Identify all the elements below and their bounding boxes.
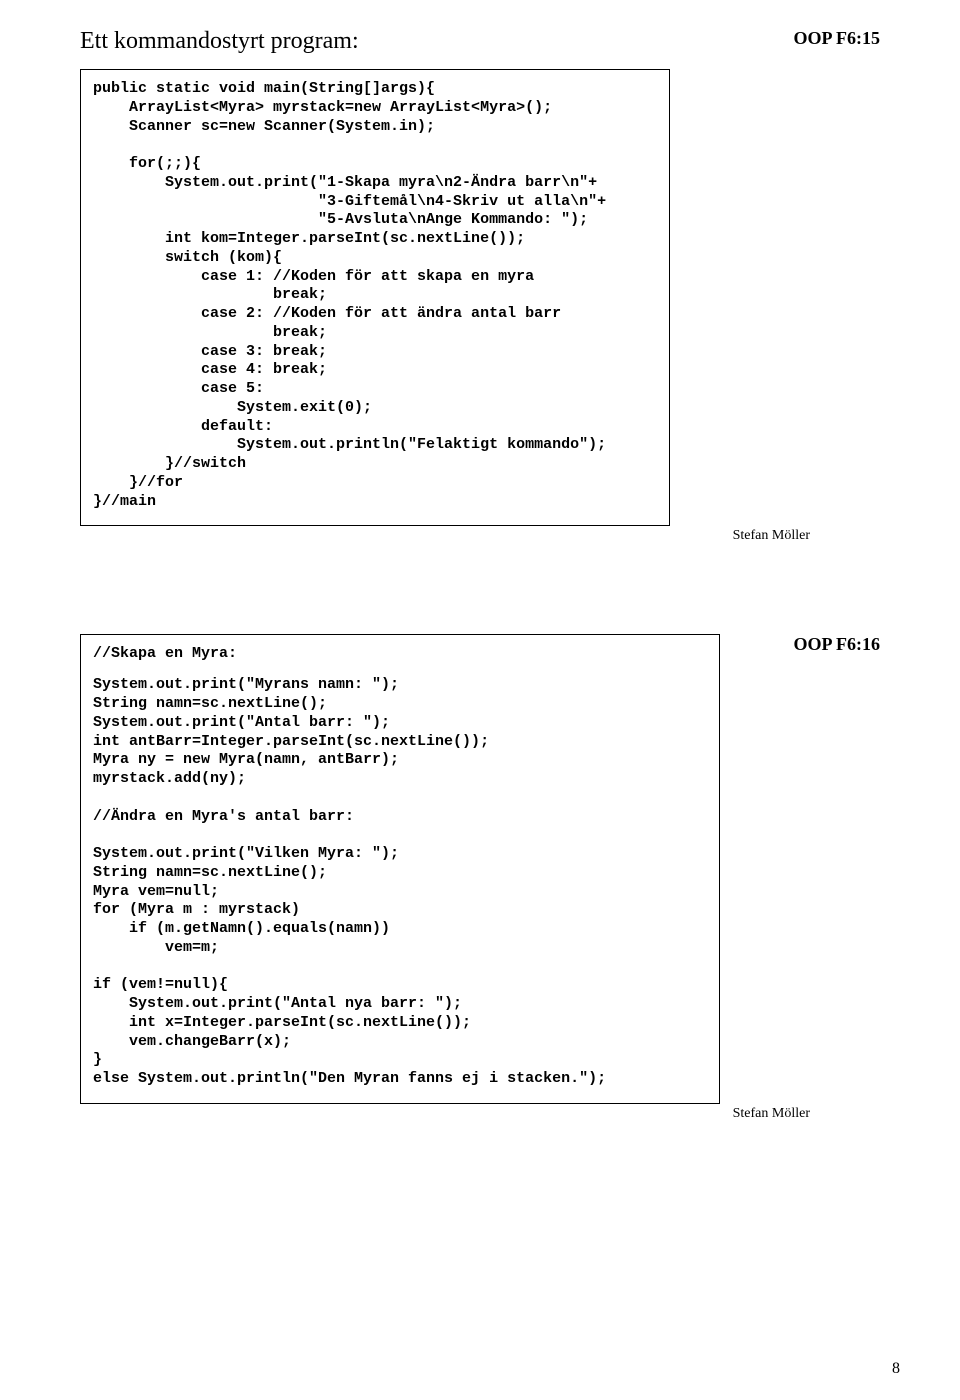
slide-15: OOP F6:15 Ett kommandostyrt program: pub… bbox=[80, 28, 880, 544]
slide-label: OOP F6:15 bbox=[794, 28, 881, 49]
slide-label: OOP F6:16 bbox=[794, 634, 881, 655]
page-number: 8 bbox=[892, 1360, 900, 1378]
code-box-1: public static void main(String[]args){ A… bbox=[80, 69, 670, 526]
slide-16: OOP F6:16 //Skapa en Myra: System.out.pr… bbox=[80, 634, 880, 1122]
slide-title: Ett kommandostyrt program: bbox=[80, 28, 880, 55]
author-name: Stefan Möller bbox=[80, 1106, 820, 1122]
code-block-1: public static void main(String[]args){ A… bbox=[93, 80, 657, 511]
code-block-2: System.out.print("Myrans namn: "); Strin… bbox=[93, 676, 707, 1089]
code-comment-head: //Skapa en Myra: bbox=[93, 645, 707, 662]
author-name: Stefan Möller bbox=[80, 528, 820, 544]
code-box-2: //Skapa en Myra: System.out.print("Myran… bbox=[80, 634, 720, 1104]
